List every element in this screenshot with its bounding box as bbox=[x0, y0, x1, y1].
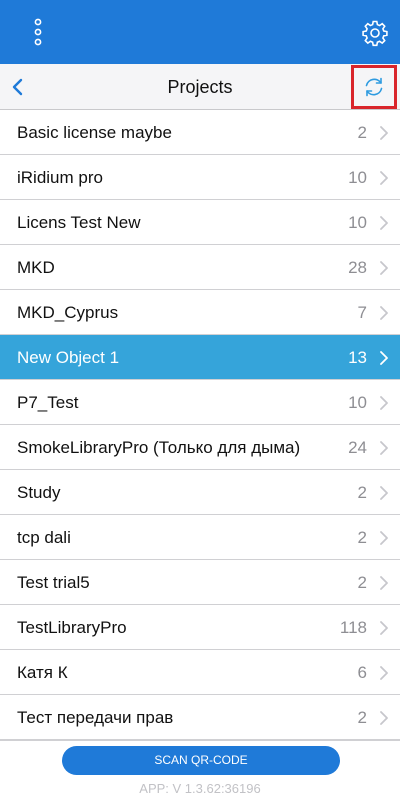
project-count: 24 bbox=[348, 438, 367, 457]
project-count: 7 bbox=[357, 303, 367, 322]
project-row[interactable]: Study 2 bbox=[0, 470, 400, 515]
project-name: Test trial5 bbox=[17, 573, 90, 592]
chevron-right-icon bbox=[379, 260, 389, 276]
project-count: 118 bbox=[339, 618, 367, 637]
project-row[interactable]: Тест передачи прав 2 bbox=[0, 695, 400, 740]
project-name: tcp dali bbox=[17, 528, 71, 547]
project-row[interactable]: tcp dali 2 bbox=[0, 515, 400, 560]
more-vertical-icon[interactable] bbox=[26, 14, 50, 50]
top-bar bbox=[0, 0, 400, 64]
project-row[interactable]: TestLibraryPro 118 bbox=[0, 605, 400, 650]
project-name: Тест передачи прав bbox=[17, 708, 174, 727]
project-count: 13 bbox=[348, 348, 367, 367]
project-row[interactable]: SmokeLibraryPro (Только для дыма) 24 bbox=[0, 425, 400, 470]
project-count: 6 bbox=[357, 663, 367, 682]
project-name: iRidium pro bbox=[17, 168, 103, 187]
chevron-right-icon bbox=[379, 575, 389, 591]
project-name: P7_Test bbox=[17, 393, 79, 412]
project-name: Licens Test New bbox=[17, 213, 141, 232]
refresh-icon bbox=[365, 77, 383, 97]
chevron-right-icon bbox=[379, 395, 389, 411]
project-count: 10 bbox=[348, 213, 367, 232]
chevron-right-icon bbox=[379, 485, 389, 501]
project-name: MKD bbox=[17, 258, 55, 277]
project-row[interactable]: Licens Test New 10 bbox=[0, 200, 400, 245]
footer: SCAN QR-CODE APP: V 1.3.62:36196 bbox=[0, 740, 400, 800]
project-count: 2 bbox=[357, 483, 367, 502]
project-count: 2 bbox=[357, 123, 367, 142]
chevron-right-icon bbox=[379, 530, 389, 546]
chevron-right-icon bbox=[379, 305, 389, 321]
project-count: 10 bbox=[348, 168, 367, 187]
project-row[interactable]: Basic license maybe 2 bbox=[0, 110, 400, 155]
page-title: Projects bbox=[167, 77, 233, 97]
project-row[interactable]: P7_Test 10 bbox=[0, 380, 400, 425]
project-name: SmokeLibraryPro (Только для дыма) bbox=[17, 438, 301, 457]
nav-bar: Projects bbox=[0, 64, 400, 110]
chevron-right-icon bbox=[379, 440, 389, 456]
chevron-right-icon bbox=[379, 125, 389, 141]
project-name: Study bbox=[17, 483, 61, 502]
project-row[interactable]: MKD_Cyprus 7 bbox=[0, 290, 400, 335]
chevron-left-icon[interactable] bbox=[6, 72, 32, 102]
project-list: Basic license maybe 2 iRidium pro 10 Licens … bbox=[0, 110, 400, 740]
scan-qr-code-button[interactable]: SCAN QR-CODE bbox=[62, 746, 340, 775]
project-name: TestLibraryPro bbox=[17, 618, 127, 637]
project-name: Basic license maybe bbox=[17, 123, 172, 142]
project-name: MKD_Cyprus bbox=[17, 303, 119, 322]
project-row[interactable]: MKD 28 bbox=[0, 245, 400, 290]
chevron-right-icon bbox=[379, 665, 389, 681]
project-row[interactable]: Test trial5 2 bbox=[0, 560, 400, 605]
project-count: 2 bbox=[357, 528, 367, 547]
project-name: Катя К bbox=[17, 663, 68, 682]
chevron-right-icon bbox=[379, 350, 389, 366]
project-count: 28 bbox=[348, 258, 367, 277]
project-row[interactable]: Катя К 6 bbox=[0, 650, 400, 695]
project-count: 2 bbox=[357, 708, 367, 727]
app-version: APP: V 1.3.62:36196 bbox=[139, 781, 261, 796]
project-name: New Object 1 bbox=[17, 348, 120, 367]
project-row[interactable]: iRidium pro 10 bbox=[0, 155, 400, 200]
chevron-right-icon bbox=[379, 710, 389, 726]
chevron-right-icon bbox=[379, 620, 389, 636]
project-count: 2 bbox=[357, 573, 367, 592]
refresh-button[interactable] bbox=[351, 65, 397, 109]
gear-icon[interactable] bbox=[360, 18, 390, 48]
chevron-right-icon bbox=[379, 215, 389, 231]
project-count: 10 bbox=[348, 393, 367, 412]
project-row[interactable]: New Object 1 13 bbox=[0, 335, 400, 380]
chevron-right-icon bbox=[379, 170, 389, 186]
